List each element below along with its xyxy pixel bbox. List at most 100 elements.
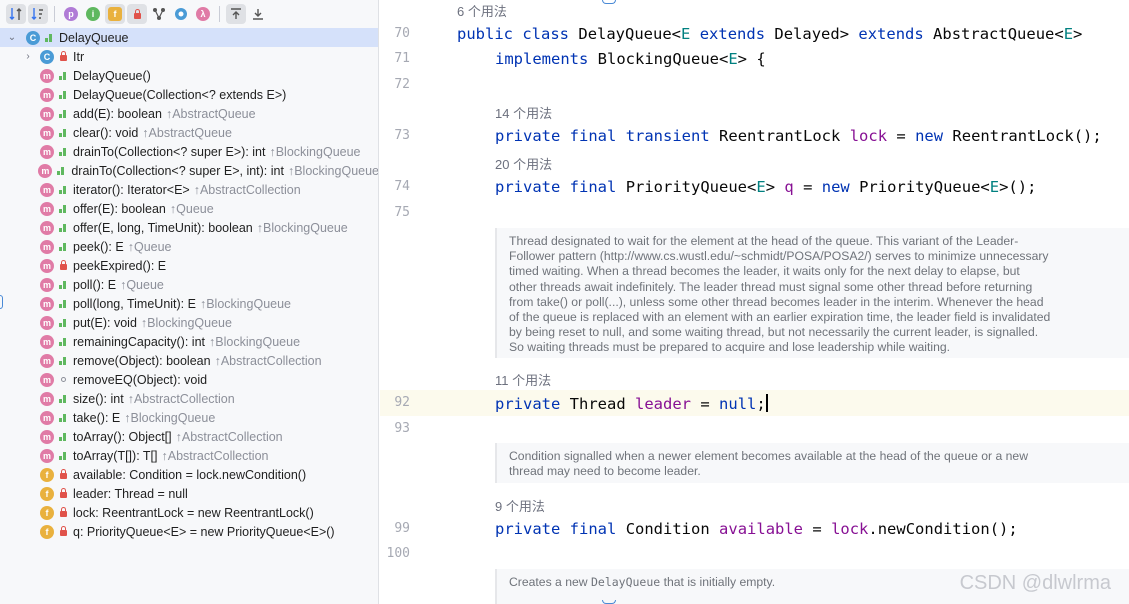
show-inherited-button[interactable]: i (83, 4, 103, 24)
private-lock-icon (57, 51, 69, 61)
tree-item-label: lock: ReentrantLock = new ReentrantLock(… (73, 505, 314, 520)
tree-item-method[interactable]: m toArray(T[]): T[] ↑AbstractCollection (0, 446, 378, 465)
text-caret (765, 394, 768, 412)
tree-item-method[interactable]: m clear(): void ↑AbstractQueue (0, 123, 378, 142)
tree-item-method[interactable]: m DelayQueue() (0, 66, 378, 85)
method-icon: m (40, 68, 54, 83)
javadoc-line: thread may need to become leader. (509, 464, 701, 479)
tree-item-method[interactable]: m take(): E ↑BlockingQueue (0, 408, 378, 427)
tree-item-method[interactable]: m remainingCapacity(): int ↑BlockingQueue (0, 332, 378, 351)
tree-item-label: toArray(): Object[] (73, 429, 172, 444)
collapse-all-button[interactable] (248, 4, 268, 24)
keyword: extends (699, 25, 766, 43)
show-fields-button[interactable]: f (105, 4, 125, 24)
type-ref: ReentrantLock (719, 127, 841, 145)
tree-item-method[interactable]: m drainTo(Collection<? super E>, int): in… (0, 161, 379, 180)
inherited-from-label: ↑BlockingQueue (287, 163, 379, 178)
tree-item-method[interactable]: m peek(): E ↑Queue (0, 237, 378, 256)
javadoc-line: of the queue is replaced with an element… (509, 310, 1051, 325)
keyword: implements (495, 50, 589, 68)
expand-all-button[interactable] (226, 4, 246, 24)
tree-item-method[interactable]: m removeEQ(Object): void (0, 370, 378, 389)
method-icon: m (40, 372, 54, 387)
tree-item-method[interactable]: m put(E): void ↑BlockingQueue (0, 313, 378, 332)
show-anonymous-button[interactable] (171, 4, 191, 24)
tree-items: › C Itr m DelayQueue() m DelayQueue(Collection… (0, 47, 379, 541)
field-name: leader (635, 395, 692, 413)
chevron-right-icon[interactable]: › (22, 51, 34, 62)
usages-hint-lock[interactable]: 14 个用法 (495, 103, 552, 122)
tree-item-method[interactable]: m drainTo(Collection<? super E>): int ↑Blo… (0, 142, 378, 161)
method-call: .newCondition(); (868, 520, 1018, 538)
method-icon: m (40, 144, 54, 159)
fold-marker[interactable] (602, 0, 616, 4)
tree-item-label: remainingCapacity(): int (73, 334, 205, 349)
operator: = (700, 395, 710, 413)
javadoc-line: Condition signalled when a newer element… (509, 449, 1028, 463)
structure-panel: p i f λ ⌄ C DelayQueue › C Itr m DelayQu… (0, 0, 379, 604)
tree-item-method[interactable]: m size(): int ↑AbstractCollection (0, 389, 378, 408)
tree-item-method[interactable]: m add(E): boolean ↑AbstractQueue (0, 104, 378, 123)
tree-item-method[interactable]: m poll(long, TimeUnit): E ↑BlockingQueue (0, 294, 378, 313)
line-number: 74 (394, 179, 410, 194)
tree-item-method[interactable]: m DelayQueue(Collection<? extends E>) (0, 85, 378, 104)
method-icon: m (40, 448, 54, 463)
tree-item-method[interactable]: m poll(): E ↑Queue (0, 275, 378, 294)
private-lock-icon (57, 488, 69, 498)
tree-item-method[interactable]: m remove(Object): boolean ↑AbstractCollect… (0, 351, 378, 370)
chevron-down-icon[interactable]: ⌄ (6, 32, 18, 43)
tree-item-label: take(): E (73, 410, 121, 425)
tree-item-method[interactable]: m toArray(): Object[] ↑AbstractCollection (0, 427, 378, 446)
usages-hint-class[interactable]: 6 个用法 (457, 1, 507, 20)
show-non-public-button[interactable] (127, 4, 147, 24)
public-icon (57, 128, 69, 137)
punct: >(); (999, 178, 1037, 196)
usages-hint-available[interactable]: 9 个用法 (495, 496, 545, 515)
constructor-call: ReentrantLock(); (952, 127, 1102, 145)
keyword: private (495, 395, 561, 413)
tree-item-field[interactable]: f leader: Thread = null (0, 484, 378, 503)
code-editor[interactable]: 70 71 72 73 74 75 92 93 99 100 6 个用法 pub… (380, 0, 1129, 604)
tree-root-delayqueue[interactable]: ⌄ C DelayQueue (0, 28, 378, 47)
show-properties-button[interactable]: p (61, 4, 81, 24)
sort-by-visibility-button[interactable] (6, 4, 26, 24)
punct: > (765, 178, 776, 196)
javadoc-text: that is initially empty. (660, 575, 776, 589)
tree-item-field[interactable]: f q: PriorityQueue<E> = new PriorityQueue… (0, 522, 378, 541)
show-lambda-button[interactable]: λ (193, 4, 213, 24)
class-icon: C (26, 30, 40, 45)
tree-item-method[interactable]: m peekExpired(): E (0, 256, 378, 275)
tree-item-label: removeEQ(Object): void (73, 372, 208, 387)
tree-item-label: drainTo(Collection<? super E>): int (73, 144, 266, 159)
code-line-73: private final transient ReentrantLock lo… (495, 127, 1102, 145)
javadoc-line: Thread designated to wait for the elemen… (509, 234, 1019, 248)
package-private-icon (57, 377, 69, 382)
keyword: public (457, 25, 513, 43)
method-icon: m (40, 220, 54, 235)
javadoc-leader: Thread designated to wait for the elemen… (495, 228, 1129, 358)
tree-item-method[interactable]: m offer(E): boolean ↑Queue (0, 199, 378, 218)
tree-item-class[interactable]: › C Itr (0, 47, 378, 66)
public-icon (57, 147, 69, 156)
tree-item-field[interactable]: f lock: ReentrantLock = new ReentrantLock… (0, 503, 378, 522)
show-fields-icon: f (108, 7, 122, 21)
usages-hint-leader[interactable]: 11 个用法 (495, 370, 551, 389)
show-lambdas-button[interactable] (149, 4, 169, 24)
javadoc-code: DelayQueue (590, 575, 661, 589)
keyword: final (569, 178, 617, 196)
field-icon: f (40, 467, 54, 482)
field-name: lock (849, 127, 888, 145)
tree-item-method[interactable]: m offer(E, long, TimeUnit): boolean ↑Block… (0, 218, 378, 237)
javadoc-line: other threads await indefinitely. The le… (509, 279, 1033, 294)
method-icon: m (40, 353, 54, 368)
tree-item-label: available: Condition = lock.newCondition… (73, 467, 307, 482)
usages-hint-q[interactable]: 20 个用法 (495, 154, 552, 173)
tree-item-method[interactable]: m iterator(): Iterator<E> ↑AbstractCollect… (0, 180, 378, 199)
sort-alphabetically-button[interactable] (28, 4, 48, 24)
method-icon: m (40, 391, 54, 406)
keyword: extends (858, 25, 924, 43)
keyword: class (522, 25, 570, 43)
tree-item-field[interactable]: f available: Condition = lock.newConditio… (0, 465, 378, 484)
fold-marker[interactable] (602, 600, 616, 604)
method-icon: m (40, 239, 54, 254)
